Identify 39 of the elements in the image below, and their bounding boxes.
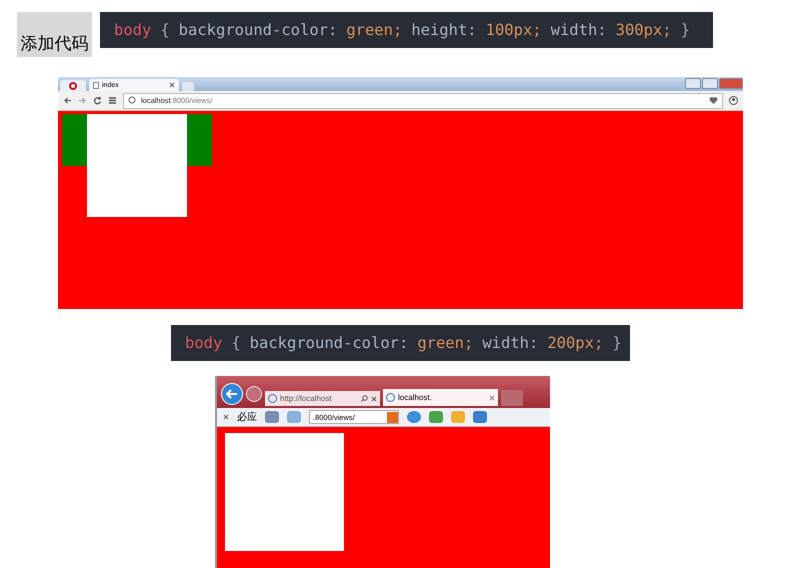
user-icon[interactable] (729, 96, 738, 105)
code-token: green; (346, 21, 402, 39)
code-token: height: (411, 21, 477, 39)
back-icon[interactable] (63, 96, 72, 105)
caption-label: 添加代码 (17, 12, 92, 57)
code-token: body (185, 334, 222, 352)
ie-page-icon (268, 394, 277, 403)
heart-icon[interactable] (709, 96, 718, 105)
close-icon[interactable] (169, 82, 175, 88)
reload-icon[interactable] (93, 96, 102, 105)
code-token: green; (417, 334, 474, 352)
window-controls-icon[interactable] (685, 78, 743, 89)
globe-icon (128, 96, 137, 105)
address-field[interactable]: http://localhost (265, 391, 380, 406)
code-token: { (160, 21, 170, 39)
forward-icon[interactable] (78, 96, 87, 105)
code-token: background-color: (250, 334, 408, 352)
grid-icon[interactable] (108, 96, 117, 105)
code-token: } (680, 21, 690, 39)
close-icon[interactable] (489, 394, 495, 400)
code-token: body (114, 21, 152, 39)
close-icon[interactable] (223, 414, 229, 420)
browser-tab[interactable]: localhost. (383, 389, 498, 406)
forward-button[interactable] (246, 386, 262, 402)
back-arrow-icon (226, 389, 238, 399)
page-icon (93, 82, 99, 88)
close-icon[interactable] (371, 396, 377, 402)
code-token: background-color: (178, 21, 338, 39)
code-token: 200px; (547, 334, 604, 352)
code-token: 300px; (616, 21, 672, 39)
code-token: width: (482, 334, 538, 352)
url-text: http://localhost (280, 394, 333, 403)
back-button[interactable] (221, 383, 243, 405)
code-token: 100px; (486, 21, 542, 39)
code-token: width: (550, 21, 607, 39)
bing-link[interactable]: 必应 (237, 410, 257, 424)
ie-page-icon (386, 393, 395, 402)
code-token: { (231, 334, 241, 352)
code-token: } (612, 334, 622, 352)
